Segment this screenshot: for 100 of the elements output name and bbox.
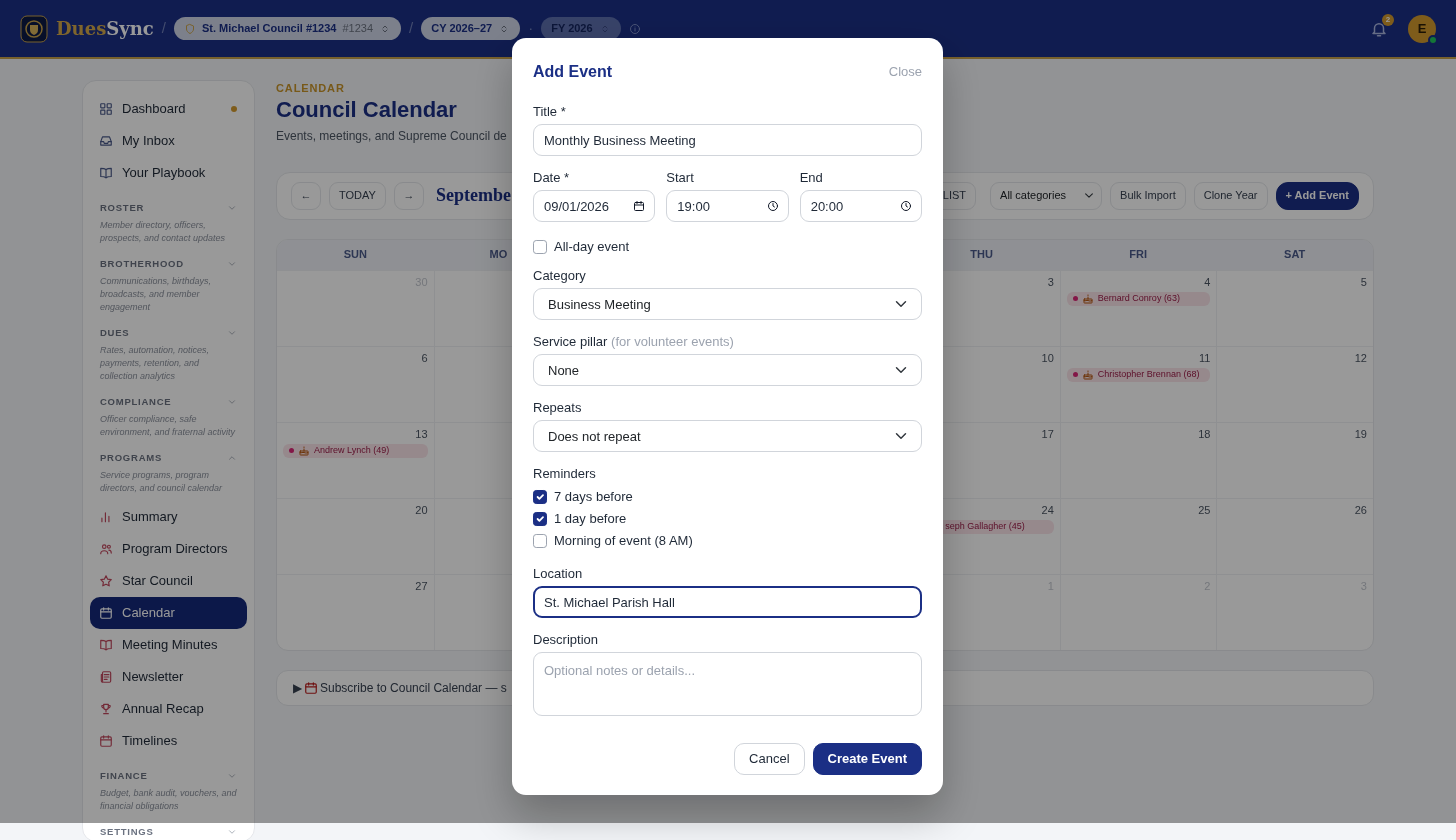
field-label: Service pillar (for volunteer events)	[533, 333, 735, 351]
time-field[interactable]: 19:00	[666, 190, 789, 222]
brand-name[interactable]: DuesSync	[56, 15, 154, 42]
chevron-icon[interactable]	[227, 453, 237, 463]
calendar-icon	[99, 734, 113, 748]
checkbox[interactable]	[533, 240, 547, 254]
section-title[interactable]: FINANCE	[100, 769, 148, 783]
sidebar-item[interactable]: Star Council	[90, 565, 247, 597]
sidebar-item[interactable]: Annual Recap	[90, 693, 247, 725]
chevron-icon[interactable]	[227, 771, 237, 781]
field-label: Title *	[533, 103, 567, 121]
sidebar-item[interactable]: Program Directors	[90, 533, 247, 565]
checkbox[interactable]	[533, 490, 547, 504]
event-chip[interactable]: Andrew Lynch (49)	[283, 443, 428, 458]
section-title[interactable]: PROGRAMS	[100, 451, 163, 465]
sidebar-item[interactable]: My Inbox	[90, 125, 247, 157]
day-number: 3	[1046, 274, 1054, 289]
time-field[interactable]: 20:00	[799, 190, 922, 222]
page-title: Council Calendar	[276, 96, 457, 123]
day-number: 20	[414, 502, 428, 517]
weekday-header: THU	[970, 247, 993, 263]
next-month-button[interactable]: →	[393, 181, 424, 210]
user-avatar[interactable]: E	[1408, 14, 1436, 43]
section-description: Service programs, program directors, and council calendar	[100, 469, 224, 495]
date-field[interactable]: 09/01/2026	[533, 190, 656, 222]
checkbox-label: 1 day before	[554, 510, 627, 529]
section-description: Communications, birthdays, broadcasts, and member engagement	[100, 275, 213, 314]
council-selector[interactable]: St. Michael Council #1234 #1234	[174, 17, 402, 40]
month-title: Septembe	[435, 184, 511, 207]
breadcrumb-separator: /	[161, 18, 166, 39]
create-event-button[interactable]: Create Event	[812, 743, 922, 775]
section-title[interactable]: ROSTER	[100, 201, 145, 215]
description-field[interactable]: Optional notes or details...	[533, 652, 922, 716]
cancel-button[interactable]: Cancel	[734, 743, 805, 775]
chevron-icon[interactable]	[227, 827, 237, 837]
day-number: 27	[414, 578, 428, 593]
calendar-icon[interactable]	[633, 200, 646, 212]
disclosure-toggle[interactable]: ▶	[293, 678, 302, 697]
inbox-icon	[99, 134, 113, 148]
text-field[interactable]: St. Michael Parish Hall	[533, 586, 922, 618]
bar-chart-icon	[99, 510, 113, 524]
select-field[interactable]: None	[533, 354, 922, 386]
chevron-icon[interactable]	[227, 203, 237, 213]
calendar-icon	[99, 606, 113, 620]
breadcrumb-separator: ·	[528, 18, 534, 39]
cake-icon	[1081, 368, 1094, 381]
add-event-button[interactable]: + Add Event	[1275, 181, 1359, 210]
section-title[interactable]: BROTHERHOOD	[100, 257, 184, 271]
event-chip[interactable]: Bernard Conroy (63)	[1066, 291, 1211, 306]
sidebar-item[interactable]: Meeting Minutes	[90, 629, 247, 661]
day-number: 5	[1359, 274, 1367, 289]
checkbox-label: 7 days before	[554, 488, 633, 507]
weekday-header: MO	[489, 247, 508, 263]
chevron-icon[interactable]	[227, 397, 237, 407]
chevron-icon[interactable]	[227, 328, 237, 338]
field-label: Reminders	[533, 465, 597, 483]
sidebar-item[interactable]: Summary	[90, 501, 247, 533]
sidebar-item[interactable]: Dashboard	[90, 93, 247, 125]
day-number: 26	[1353, 502, 1367, 517]
clock-icon[interactable]	[900, 200, 912, 212]
field-label: Category	[533, 267, 587, 285]
field-label: End	[799, 169, 824, 187]
category-filter[interactable]: All categories	[990, 181, 1103, 210]
book-icon	[99, 638, 113, 652]
weekday-header: FRI	[1129, 247, 1147, 263]
toolbar-button[interactable]: Clone Year	[1193, 181, 1268, 210]
sidebar-item[interactable]: Your Playbook	[90, 157, 247, 189]
day-number: 25	[1197, 502, 1211, 517]
info-icon[interactable]	[628, 22, 641, 35]
checkbox[interactable]	[533, 512, 547, 526]
today-button[interactable]: TODAY	[329, 181, 386, 210]
sidebar-item[interactable]: Newsletter	[90, 661, 247, 693]
event-chip[interactable]: Christopher Brennan (68)	[1066, 367, 1211, 382]
weekday-header: SAT	[1284, 247, 1306, 263]
sidebar-item[interactable]: Timelines	[90, 725, 247, 757]
toolbar-button[interactable]: Bulk Import	[1110, 181, 1186, 210]
breadcrumb-separator: /	[409, 18, 414, 39]
shield-icon	[184, 22, 196, 35]
cake-icon	[1081, 292, 1094, 305]
year-selector[interactable]: CY 2026–27	[421, 17, 521, 40]
people-icon	[99, 542, 113, 556]
day-number: 17	[1040, 426, 1054, 441]
section-title[interactable]: COMPLIANCE	[100, 395, 172, 409]
clock-icon[interactable]	[766, 200, 779, 212]
select-field[interactable]: Does not repeat	[533, 420, 922, 452]
checkbox[interactable]	[533, 534, 547, 548]
notification-count: 2	[1382, 13, 1394, 26]
section-eyebrow: CALENDAR	[276, 81, 346, 96]
select-field[interactable]: Business Meeting	[533, 288, 922, 320]
section-title[interactable]: DUES	[100, 326, 130, 340]
sidebar-item[interactable]: Calendar	[90, 597, 247, 629]
trophy-icon	[99, 702, 113, 716]
text-field[interactable]: Monthly Business Meeting	[533, 124, 922, 156]
chevron-icon[interactable]	[227, 259, 237, 269]
page-description: Events, meetings, and Supreme Council de	[276, 127, 507, 145]
logo-icon[interactable]	[20, 14, 48, 43]
section-title[interactable]: SETTINGS	[100, 825, 154, 839]
previous-month-button[interactable]: ←	[291, 181, 321, 210]
field-label: Start	[666, 169, 695, 187]
field-label: Date *	[533, 169, 571, 187]
